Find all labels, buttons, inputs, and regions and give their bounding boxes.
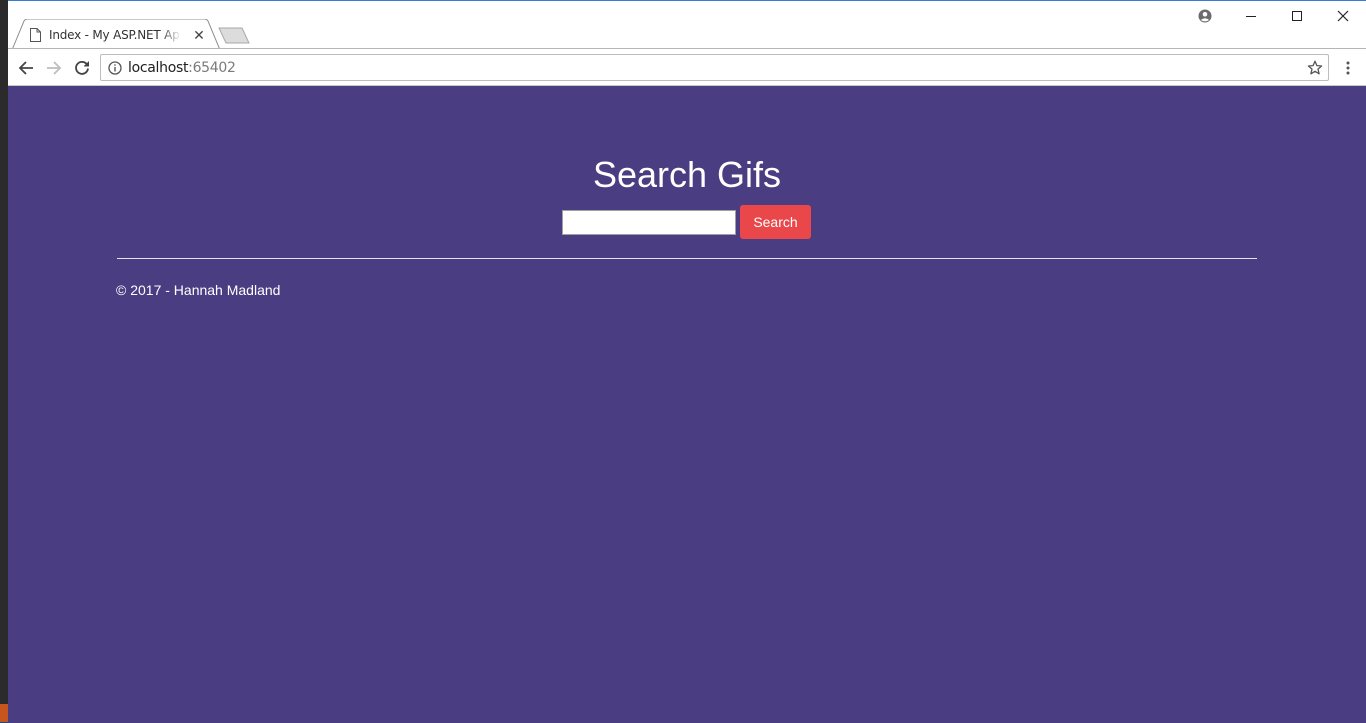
close-tab-icon[interactable]: ✕ <box>191 27 207 43</box>
minimize-icon[interactable] <box>1228 1 1274 31</box>
profile-icon[interactable] <box>1182 1 1228 31</box>
url-port: :65402 <box>188 60 236 76</box>
browser-toolbar: localhost:65402 <box>8 48 1366 86</box>
back-arrow-icon[interactable] <box>14 56 38 80</box>
tab-content: Index - My ASP.NET App <box>30 27 181 43</box>
search-button[interactable]: Search <box>740 205 811 239</box>
window-controls <box>1182 1 1366 31</box>
new-tab-button[interactable] <box>218 27 250 44</box>
search-form: Search <box>562 205 811 239</box>
menu-dots-icon[interactable] <box>1339 56 1357 80</box>
info-icon[interactable] <box>108 61 122 75</box>
page-icon <box>30 28 41 42</box>
desktop-edge <box>0 0 8 722</box>
taskbar-sliver <box>0 704 8 722</box>
footer-text: © 2017 - Hannah Madland <box>116 282 281 298</box>
close-window-icon[interactable] <box>1320 1 1366 31</box>
maximize-icon[interactable] <box>1274 1 1320 31</box>
bookmark-star-icon[interactable] <box>1307 60 1323 76</box>
page-title: Search Gifs <box>592 154 782 195</box>
page-viewport: Search Gifs Search © 2017 - Hannah Madla… <box>8 86 1366 723</box>
forward-arrow-icon[interactable] <box>42 56 66 80</box>
url-text: localhost:65402 <box>128 60 236 76</box>
divider <box>117 258 1257 259</box>
search-input[interactable] <box>562 209 736 235</box>
tab-strip: Index - My ASP.NET App ✕ <box>8 1 1366 50</box>
reload-icon[interactable] <box>70 56 94 80</box>
tab-title: Index - My ASP.NET App <box>49 28 181 42</box>
url-host: localhost <box>128 60 189 76</box>
browser-window: Index - My ASP.NET App ✕ localhost:65402… <box>8 0 1366 723</box>
address-bar[interactable]: localhost:65402 <box>100 54 1329 81</box>
